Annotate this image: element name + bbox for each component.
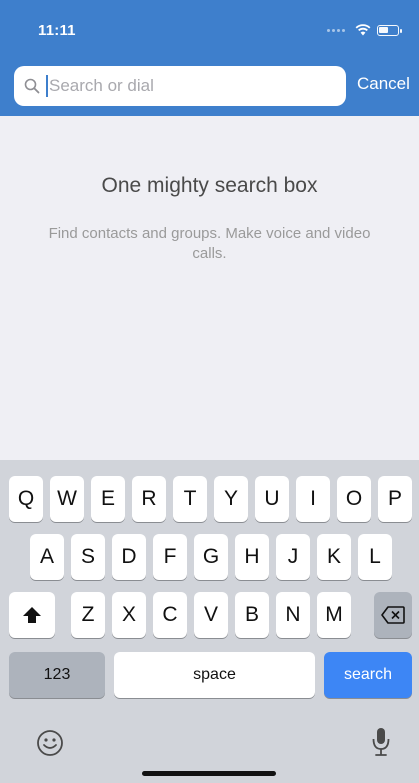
key-k[interactable]: K [317,534,351,580]
backspace-key[interactable] [374,592,412,638]
home-indicator [142,771,276,776]
key-y[interactable]: Y [214,476,248,522]
status-icons [327,22,402,38]
key-e[interactable]: E [91,476,125,522]
search-icon [24,78,40,94]
battery-icon [377,24,402,36]
key-h[interactable]: H [235,534,269,580]
key-f[interactable]: F [153,534,187,580]
key-i[interactable]: I [296,476,330,522]
key-d[interactable]: D [112,534,146,580]
key-q[interactable]: Q [9,476,43,522]
key-n[interactable]: N [276,592,310,638]
space-key[interactable]: space [114,652,315,698]
empty-state-subtitle: Find contacts and groups. Make voice and… [48,225,371,262]
empty-state-title: One mighty search box [101,174,318,197]
empty-state: One mighty search box Find contacts and … [0,116,419,460]
search-key[interactable]: search [324,652,412,698]
wifi-icon [355,24,371,36]
key-w[interactable]: W [50,476,84,522]
key-x[interactable]: X [112,592,146,638]
key-c[interactable]: C [153,592,187,638]
key-s[interactable]: S [71,534,105,580]
key-v[interactable]: V [194,592,228,638]
cancel-button[interactable]: Cancel [357,74,410,94]
numbers-key[interactable]: 123 [9,652,105,698]
cellular-signal-icon [327,26,349,34]
key-g[interactable]: G [194,534,228,580]
text-cursor [46,75,48,97]
key-b[interactable]: B [235,592,269,638]
shift-arrow-icon [23,607,41,623]
key-p[interactable]: P [378,476,412,522]
key-a[interactable]: A [30,534,64,580]
shift-key[interactable] [9,592,55,638]
search-header: 11:11 Cancel [0,0,419,116]
key-t[interactable]: T [173,476,207,522]
search-box[interactable] [14,66,346,106]
status-bar: 11:11 [0,0,419,56]
key-m[interactable]: M [317,592,351,638]
search-input[interactable] [49,76,319,96]
key-l[interactable]: L [358,534,392,580]
keyboard: Q W E R T Y U I O P A S D F G H J K L Z … [0,460,419,783]
search-row: Cancel [0,64,419,108]
emoji-icon[interactable] [36,729,64,757]
key-z[interactable]: Z [71,592,105,638]
key-u[interactable]: U [255,476,289,522]
status-time: 11:11 [38,22,76,39]
key-o[interactable]: O [337,476,371,522]
key-r[interactable]: R [132,476,166,522]
microphone-icon[interactable] [371,726,391,758]
key-j[interactable]: J [276,534,310,580]
backspace-icon [381,606,405,624]
